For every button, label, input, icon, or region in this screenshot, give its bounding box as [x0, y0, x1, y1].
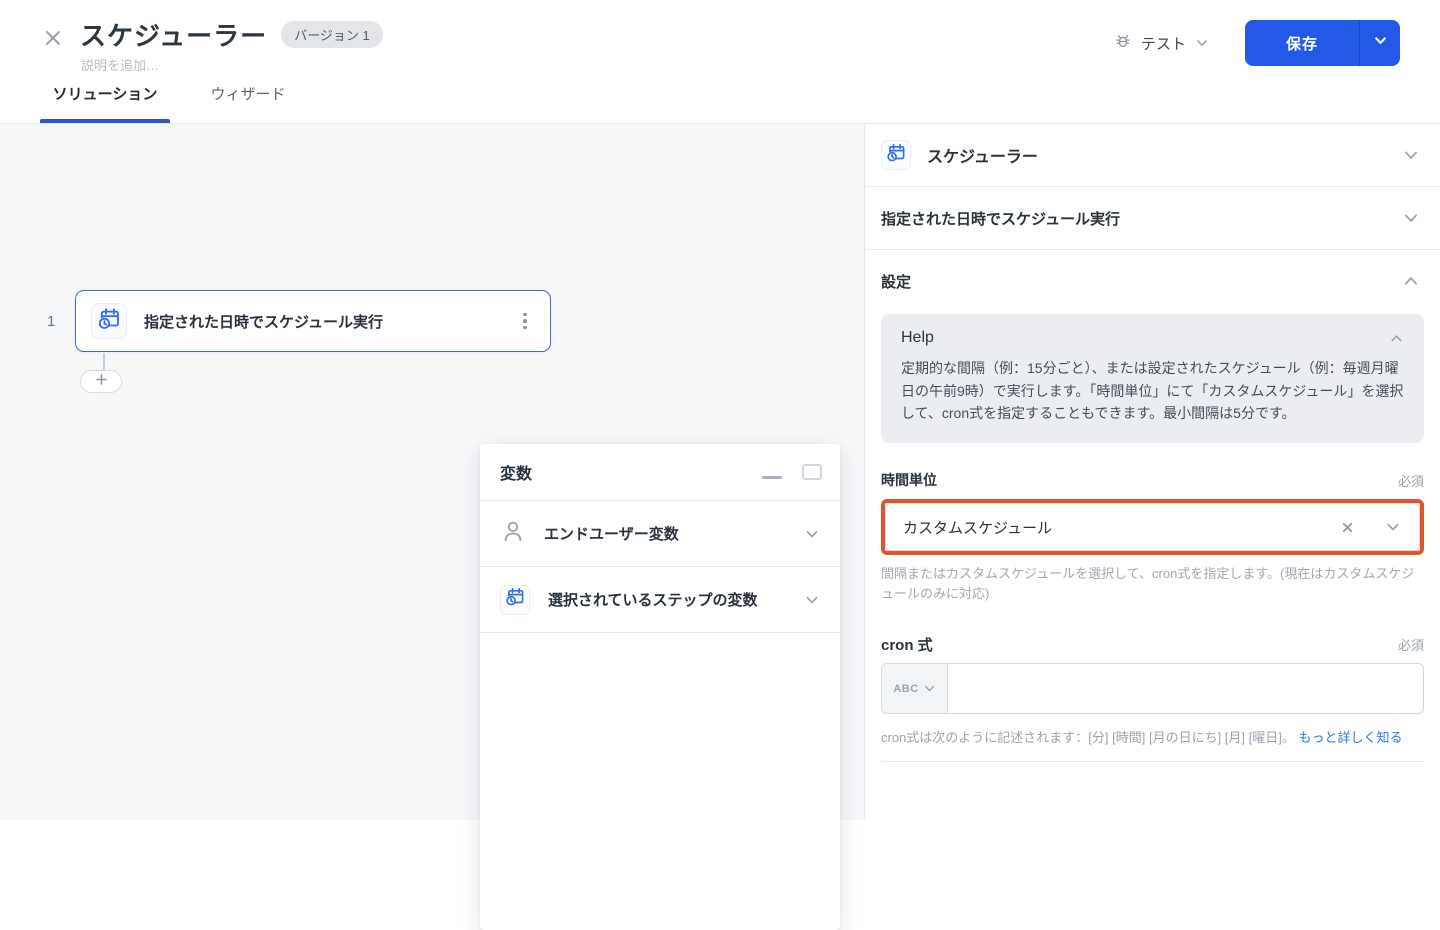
required-badge: 必須 — [1398, 471, 1424, 490]
kebab-dot — [523, 319, 527, 323]
help-box: Help 定期的な間隔（例：15分ごと）、または設定されたスケジュール（例：毎週… — [881, 314, 1424, 443]
variables-panel: 変数 エンドユーザー変数 — [480, 444, 840, 930]
step-card-scheduler[interactable]: 指定された日時でスケジュール実行 — [75, 290, 551, 352]
chevron-down-icon — [1373, 33, 1388, 53]
tab-wizard[interactable]: ウィザード — [200, 83, 296, 123]
page-title: スケジューラー — [80, 16, 267, 53]
active-tab-underline — [40, 119, 170, 123]
calendar-clock-icon — [504, 586, 526, 613]
scheduler-icon-badge — [881, 140, 911, 170]
time-unit-value: カスタムスケジュール — [903, 517, 1340, 538]
chevron-up-icon — [1389, 331, 1404, 346]
inspector-app-header[interactable]: スケジューラー — [865, 124, 1440, 187]
chevron-down-icon — [804, 526, 820, 542]
learn-more-link[interactable]: もっと詳しく知る — [1298, 730, 1402, 745]
time-unit-help-text: 間隔またはカスタムスケジュールを選択して、cron式を指定します。(現在はカスタ… — [881, 564, 1424, 604]
variables-group-end-user[interactable]: エンドユーザー変数 — [480, 501, 840, 567]
maximize-button[interactable] — [802, 464, 822, 480]
close-button[interactable] — [40, 27, 66, 53]
cron-field: cron 式 必須 ABC cron式は次のように記述されます：[分] [時間]… — [881, 634, 1424, 762]
title-group: スケジューラー バージョン 1 — [80, 16, 383, 53]
chevron-up-icon — [1402, 272, 1420, 290]
save-button[interactable]: 保存 — [1245, 20, 1359, 66]
save-menu-button[interactable] — [1360, 20, 1400, 66]
highlight-annotation: カスタムスケジュール — [881, 499, 1424, 555]
version-badge: バージョン 1 — [281, 21, 383, 48]
inspector-trigger-title: 指定された日時でスケジュール実行 — [881, 208, 1402, 229]
save-split-button: 保存 — [1245, 20, 1400, 66]
test-menu[interactable]: テスト — [1114, 30, 1209, 56]
workflow-canvas[interactable]: 1 指定された日時でスケジュール実行 — [0, 124, 864, 820]
variables-panel-title: 変数 — [500, 460, 762, 484]
chevron-down-icon — [1402, 146, 1420, 164]
close-icon — [41, 26, 65, 55]
minimize-icon — [762, 476, 782, 479]
inspector-settings-title: 設定 — [881, 271, 1402, 292]
help-body-text: 定期的な間隔（例：15分ごと）、または設定されたスケジュール（例：毎週月曜日の午… — [901, 357, 1404, 425]
step-number: 1 — [47, 313, 55, 330]
chevron-down-icon[interactable] — [1385, 519, 1401, 535]
section-divider — [881, 761, 1424, 762]
minimize-button[interactable] — [762, 462, 782, 482]
step-title: 指定された日時でスケジュール実行 — [144, 311, 514, 332]
chevron-down-icon — [923, 682, 936, 695]
clear-selection-icon[interactable] — [1340, 520, 1355, 535]
time-unit-field: 時間単位 必須 カスタムスケジュール 間隔またはカスタムスケジュールを選択して、… — [881, 470, 1424, 604]
calendar-clock-icon — [885, 142, 907, 169]
variables-group-selected-step[interactable]: 選択されているステップの変数 — [480, 567, 840, 633]
inspector-app-title: スケジューラー — [927, 143, 1402, 167]
bug-icon — [1114, 32, 1132, 55]
help-title: Help — [901, 329, 1389, 347]
help-box-header[interactable]: Help — [901, 329, 1404, 347]
tab-wizard-label: ウィザード — [210, 83, 285, 104]
scheduler-icon-badge — [91, 303, 127, 339]
variables-panel-header: 変数 — [480, 444, 840, 501]
chevron-down-icon — [1402, 209, 1420, 227]
kebab-dot — [523, 326, 527, 330]
tab-bar: ソリューション ウィザード — [0, 83, 296, 123]
kebab-dot — [523, 313, 527, 317]
inspector-trigger-header[interactable]: 指定された日時でスケジュール実行 — [865, 187, 1440, 250]
time-unit-label: 時間単位 — [881, 470, 1398, 490]
header: スケジューラー バージョン 1 説明を追加… テスト 保存 — [0, 0, 1440, 124]
inspector-panel: スケジューラー 指定された日時でスケジュール実行 設定 Help — [864, 124, 1440, 820]
required-badge: 必須 — [1398, 635, 1424, 654]
scheduler-icon-badge — [500, 585, 530, 615]
step-connector-line — [103, 353, 105, 371]
chevron-down-icon — [1195, 36, 1209, 50]
calendar-clock-icon — [96, 306, 122, 337]
time-unit-select[interactable]: カスタムスケジュール — [885, 503, 1420, 551]
test-label: テスト — [1141, 33, 1186, 54]
cron-help-text: cron式は次のように記述されます：[分] [時間] [月の日にち] [月] [… — [881, 727, 1424, 746]
user-icon — [500, 518, 526, 549]
description-placeholder[interactable]: 説明を追加… — [81, 55, 159, 74]
cron-type-label: ABC — [893, 683, 918, 695]
tab-solution[interactable]: ソリューション — [40, 83, 170, 123]
cron-input-group: ABC — [881, 663, 1424, 714]
app-window: スケジューラー バージョン 1 説明を追加… テスト 保存 — [0, 0, 1440, 820]
variables-group-label: 選択されているステップの変数 — [548, 589, 804, 610]
cron-label: cron 式 — [881, 634, 1398, 655]
cron-type-selector[interactable]: ABC — [882, 664, 948, 713]
cron-expression-input[interactable] — [948, 664, 1423, 713]
step-menu-button[interactable] — [514, 313, 536, 330]
tab-solution-label: ソリューション — [53, 83, 158, 104]
add-step-button[interactable] — [80, 370, 122, 393]
chevron-down-icon — [804, 592, 820, 608]
variables-group-label: エンドユーザー変数 — [544, 523, 804, 544]
inspector-settings-header[interactable]: 設定 — [865, 250, 1440, 312]
plus-icon — [95, 373, 108, 391]
cron-help-body: cron式は次のように記述されます：[分] [時間] [月の日にち] [月] [… — [881, 730, 1295, 745]
